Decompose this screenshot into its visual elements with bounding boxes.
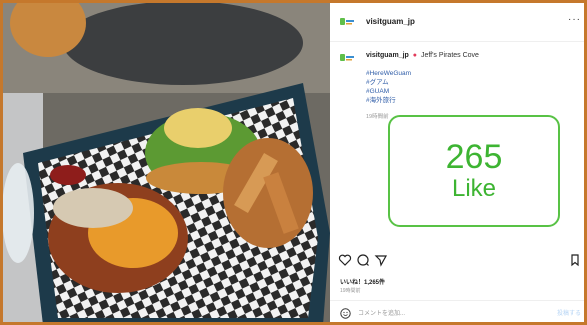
- hashtag[interactable]: #GUAM: [366, 87, 411, 96]
- hashtag[interactable]: #海外旅行: [366, 96, 411, 105]
- post-comment-button[interactable]: 投稿する: [557, 308, 581, 317]
- post-photo: [3, 3, 330, 322]
- hashtag[interactable]: #グアム: [366, 78, 411, 87]
- likes-count[interactable]: いいね！1,265件: [340, 277, 385, 286]
- hashtag-list: #HereWeGuam #グアム #GUAM #海外旅行: [366, 69, 411, 105]
- overlay-like-count: 265: [445, 138, 503, 176]
- more-horizontal-icon[interactable]: ···: [568, 14, 581, 25]
- overlay-like-label: Like: [451, 175, 497, 202]
- like-count-overlay: 265 Like: [388, 115, 560, 227]
- caption-author: visitguam_jp ● Jeff's Pirates Cove: [366, 52, 479, 59]
- hashtag[interactable]: #HereWeGuam: [366, 69, 411, 78]
- action-bar: [338, 253, 582, 267]
- heart-icon[interactable]: [338, 253, 352, 267]
- caption-logo-icon: [340, 54, 354, 61]
- location-pin-icon: ●: [412, 52, 417, 59]
- post-header: visitguam_jp ···: [330, 3, 584, 42]
- post-panel: visitguam_jp ··· visitguam_jp ● Jeff's P…: [330, 3, 584, 322]
- location-text: Jeff's Pirates Cove: [420, 52, 479, 59]
- comment-bar: コメントを追加... 投稿する: [330, 300, 584, 322]
- share-icon[interactable]: [374, 253, 388, 267]
- comment-input[interactable]: コメントを追加...: [358, 308, 405, 317]
- post-timestamp: 19時間前: [340, 288, 361, 294]
- bookmark-icon[interactable]: [568, 253, 582, 267]
- brand-logo-icon: [340, 18, 354, 25]
- caption-username[interactable]: visitguam_jp: [366, 52, 409, 59]
- comment-icon[interactable]: [356, 253, 370, 267]
- caption-timestamp: 19時間前: [366, 114, 389, 120]
- post-frame: visitguam_jp ··· visitguam_jp ● Jeff's P…: [0, 0, 587, 325]
- smiley-icon[interactable]: [340, 308, 351, 319]
- header-username[interactable]: visitguam_jp: [366, 17, 415, 26]
